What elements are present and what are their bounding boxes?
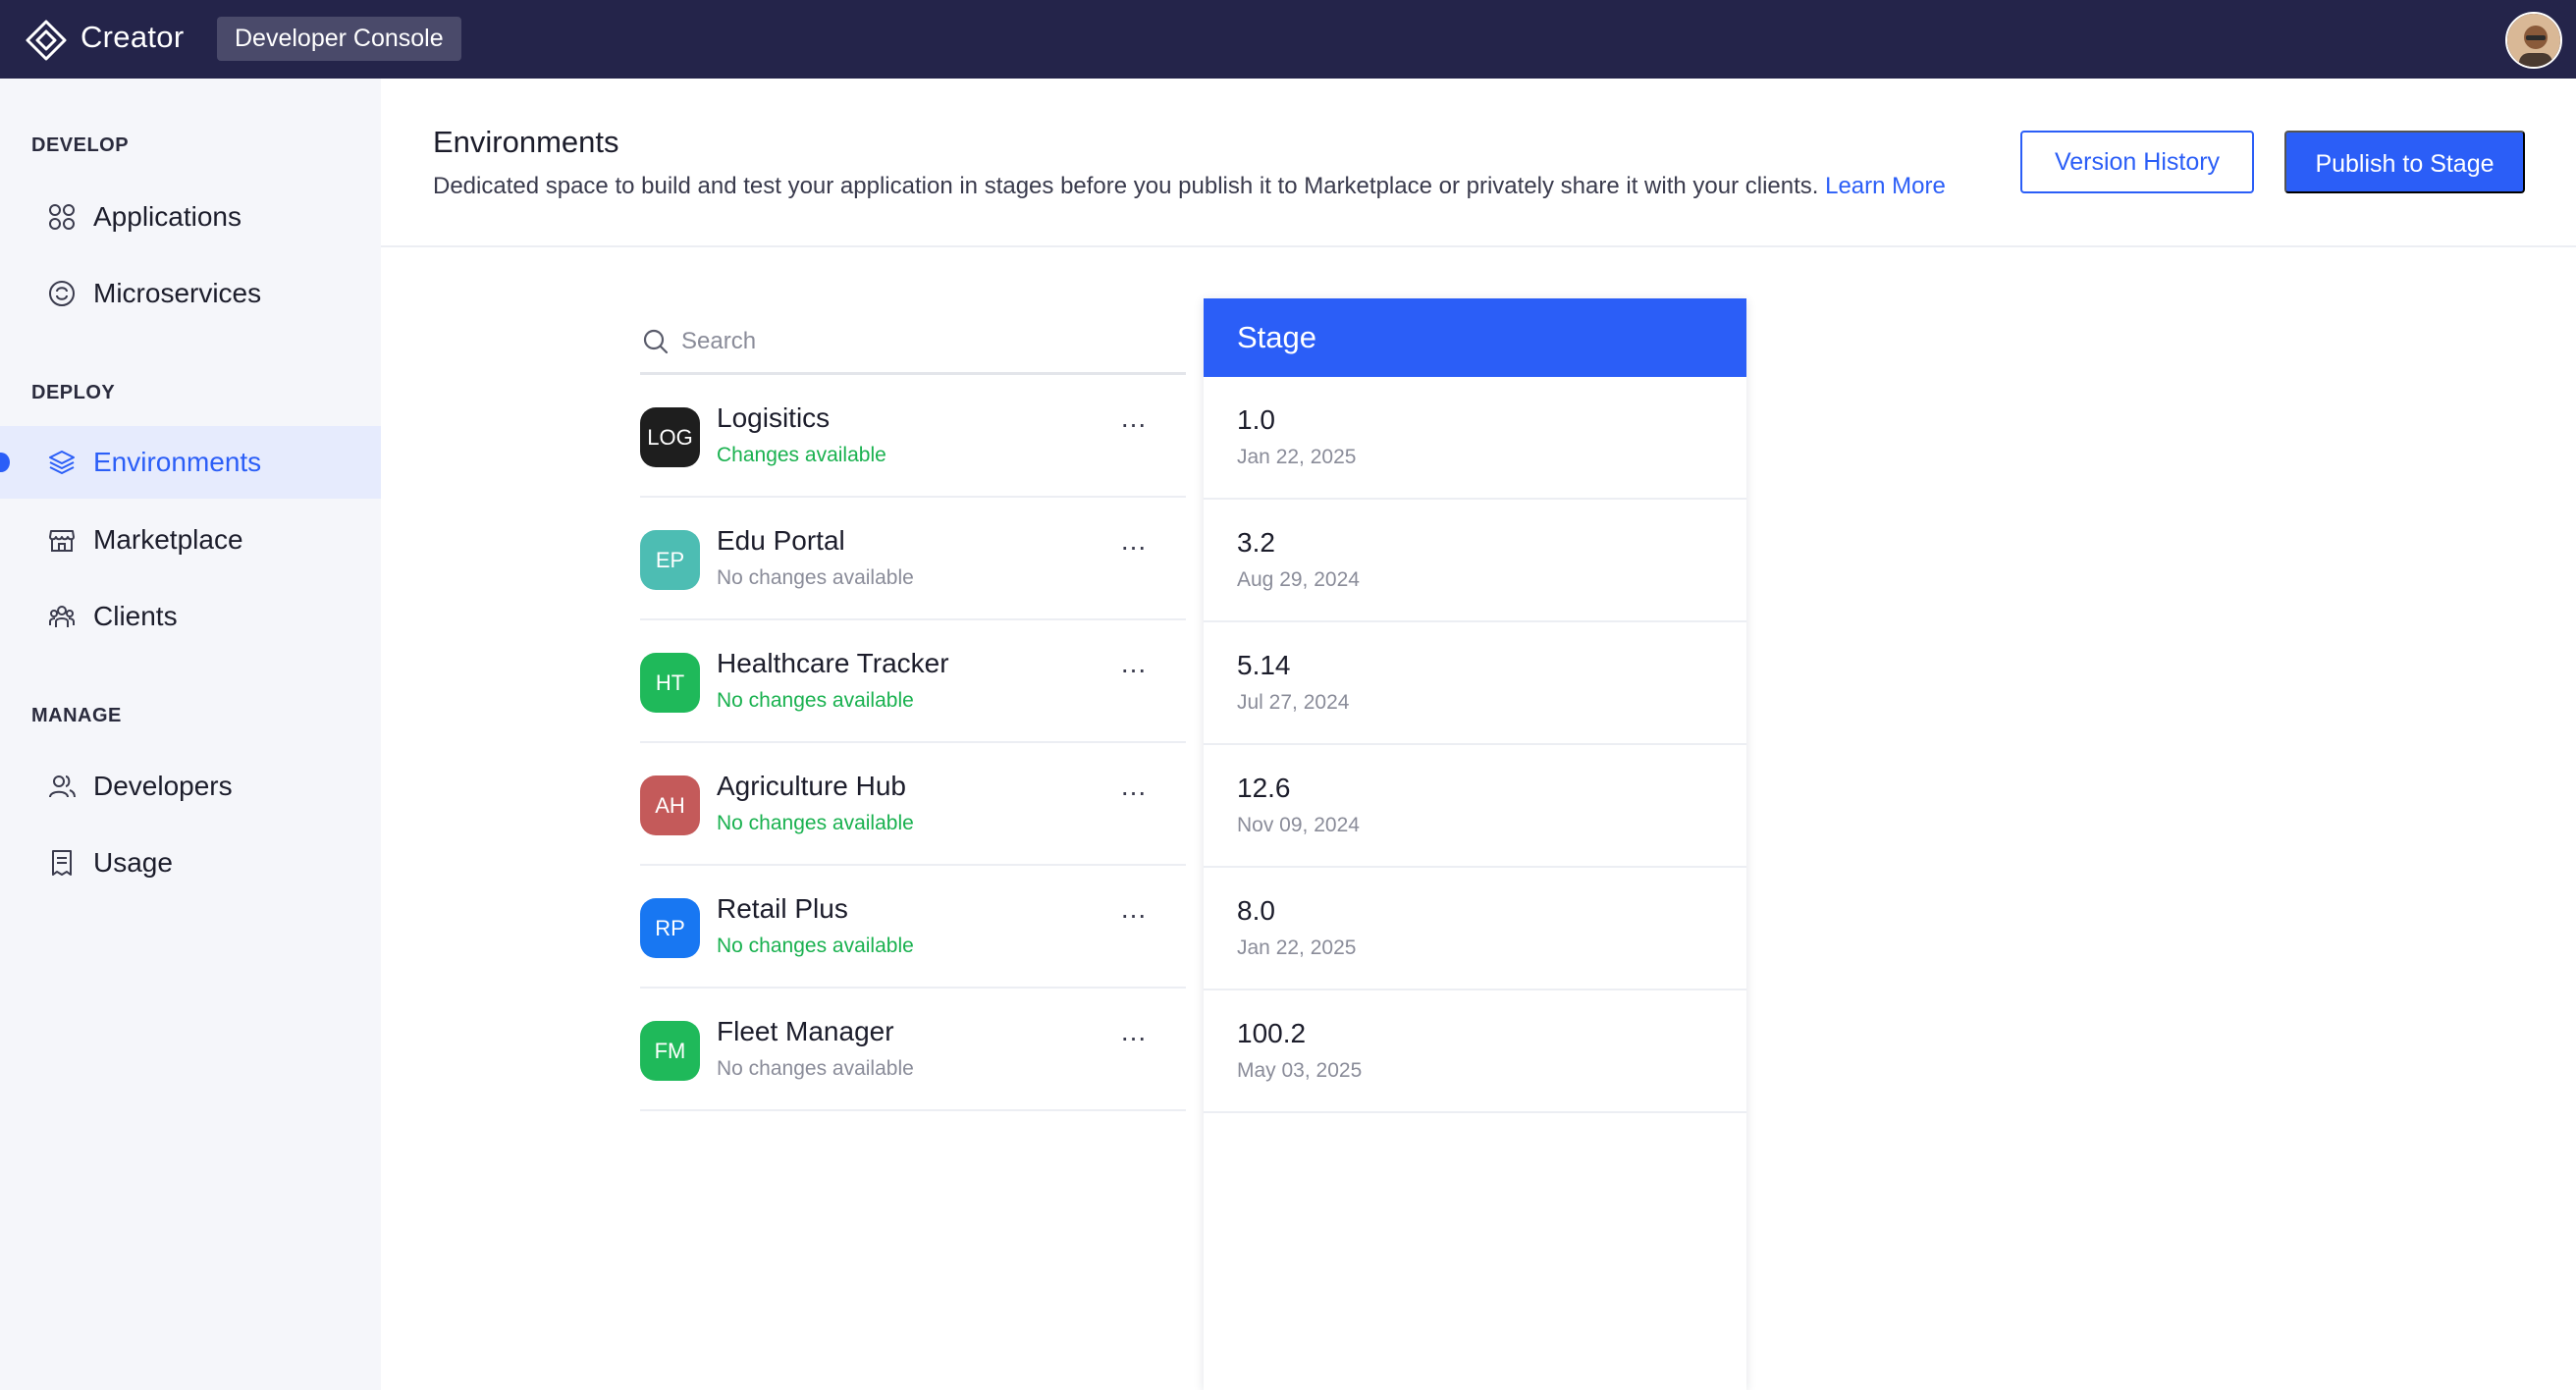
user-avatar[interactable] [2505, 12, 2562, 69]
grid-icon [49, 204, 75, 230]
app-list-item[interactable]: EP Edu Portal No changes available ... [640, 498, 1186, 620]
app-status: Changes available [717, 444, 886, 466]
more-options-icon[interactable]: ... [1109, 650, 1158, 683]
app-list-item[interactable]: FM Fleet Manager No changes available ..… [640, 989, 1186, 1111]
section-label-deploy: DEPLOY [31, 382, 116, 403]
sidebar: DEVELOP Applications Microservices DEPLO… [0, 79, 381, 1390]
search-icon [643, 329, 669, 354]
app-avatar: LOG [640, 407, 700, 467]
app-status: No changes available [717, 1057, 914, 1080]
sidebar-item-label: Developers [93, 771, 233, 801]
sidebar-item-label: Microservices [93, 278, 262, 308]
stage-version: 1.0 [1237, 404, 1275, 435]
section-label-manage: MANAGE [31, 705, 122, 726]
sidebar-item-label: Applications [93, 201, 242, 232]
stage-cell[interactable]: 8.0 Jan 22, 2025 [1204, 868, 1746, 990]
stage-column: Stage 1.0 Jan 22, 2025 3.2 Aug 29, 2024 … [1204, 298, 1746, 1390]
stage-date: Jul 27, 2024 [1237, 691, 1350, 714]
stage-version: 8.0 [1237, 895, 1275, 926]
app-status: No changes available [717, 566, 914, 589]
sidebar-item-label: Clients [93, 601, 178, 631]
developer-console-badge[interactable]: Developer Console [217, 17, 461, 61]
sidebar-item-label: Marketplace [93, 524, 243, 555]
app-avatar: HT [640, 653, 700, 713]
sidebar-item-clients[interactable]: Clients [0, 580, 381, 653]
stage-version: 100.2 [1237, 1018, 1307, 1048]
stage-version: 12.6 [1237, 773, 1291, 803]
stage-cell[interactable]: 1.0 Jan 22, 2025 [1204, 377, 1746, 500]
more-options-icon[interactable]: ... [1109, 404, 1158, 438]
app-status: No changes available [717, 689, 914, 712]
active-indicator [0, 453, 10, 472]
description-text: Dedicated space to build and test your a… [433, 173, 1819, 199]
app-avatar: FM [640, 1021, 700, 1081]
more-options-icon[interactable]: ... [1109, 895, 1158, 929]
search-bar [640, 316, 1186, 375]
app-name: Agriculture Hub [717, 771, 906, 801]
stage-date: Nov 09, 2024 [1237, 814, 1360, 836]
sidebar-item-label: Usage [93, 847, 173, 878]
more-options-icon[interactable]: ... [1109, 527, 1158, 561]
users-icon [49, 775, 76, 798]
app-name: Retail Plus [717, 893, 848, 924]
sidebar-item-environments[interactable]: Environments [0, 426, 381, 499]
stage-cell[interactable]: 100.2 May 03, 2025 [1204, 990, 1746, 1113]
search-input[interactable] [681, 322, 1172, 361]
app-avatar: AH [640, 775, 700, 835]
app-list-item[interactable]: AH Agriculture Hub No changes available … [640, 743, 1186, 866]
app-status: No changes available [717, 935, 914, 957]
app-list-item[interactable]: LOG Logisitics Changes available ... [640, 375, 1186, 498]
user-avatar-image [2507, 14, 2560, 67]
layers-icon [49, 451, 75, 474]
page-description: Dedicated space to build and test your a… [433, 173, 1946, 200]
learn-more-link[interactable]: Learn More [1825, 173, 1946, 199]
sidebar-item-usage[interactable]: Usage [0, 827, 381, 899]
stage-version: 3.2 [1237, 527, 1275, 558]
sidebar-item-applications[interactable]: Applications [0, 181, 381, 253]
app-avatar: RP [640, 898, 700, 958]
app-name: Fleet Manager [717, 1016, 894, 1046]
app-name: Logisitics [717, 402, 831, 433]
top-bar: Creator Developer Console [0, 0, 2576, 79]
clients-icon [49, 606, 75, 627]
stage-date: Jan 22, 2025 [1237, 936, 1357, 959]
stage-date: Jan 22, 2025 [1237, 446, 1357, 468]
stage-header: Stage [1204, 298, 1746, 377]
publish-to-stage-button[interactable]: Publish to Stage [2284, 131, 2525, 193]
version-history-button[interactable]: Version History [2020, 131, 2254, 193]
more-options-icon[interactable]: ... [1109, 773, 1158, 806]
usage-icon [52, 850, 72, 876]
section-label-develop: DEVELOP [31, 134, 130, 156]
page-title: Environments [433, 125, 619, 159]
app-name[interactable]: Creator [80, 20, 184, 55]
more-options-icon[interactable]: ... [1109, 1018, 1158, 1051]
stage-version: 5.14 [1237, 650, 1291, 680]
creator-logo-icon[interactable] [24, 18, 69, 63]
sidebar-item-developers[interactable]: Developers [0, 750, 381, 823]
stage-cell[interactable]: 3.2 Aug 29, 2024 [1204, 500, 1746, 622]
store-icon [49, 530, 75, 552]
stage-date: Aug 29, 2024 [1237, 568, 1360, 591]
sidebar-item-microservices[interactable]: Microservices [0, 257, 381, 330]
sidebar-item-marketplace[interactable]: Marketplace [0, 504, 381, 576]
stage-cell[interactable]: 12.6 Nov 09, 2024 [1204, 745, 1746, 868]
app-name: Healthcare Tracker [717, 648, 949, 678]
app-status: No changes available [717, 812, 914, 834]
app-list-item[interactable]: RP Retail Plus No changes available ... [640, 866, 1186, 989]
stage-cell[interactable]: 5.14 Jul 27, 2024 [1204, 622, 1746, 745]
sidebar-item-label: Environments [93, 447, 262, 477]
stage-date: May 03, 2025 [1237, 1059, 1363, 1082]
app-avatar: EP [640, 530, 700, 590]
microservices-icon [49, 281, 75, 306]
app-name: Edu Portal [717, 525, 845, 556]
header-divider [381, 245, 2576, 247]
app-list-item[interactable]: HT Healthcare Tracker No changes availab… [640, 620, 1186, 743]
